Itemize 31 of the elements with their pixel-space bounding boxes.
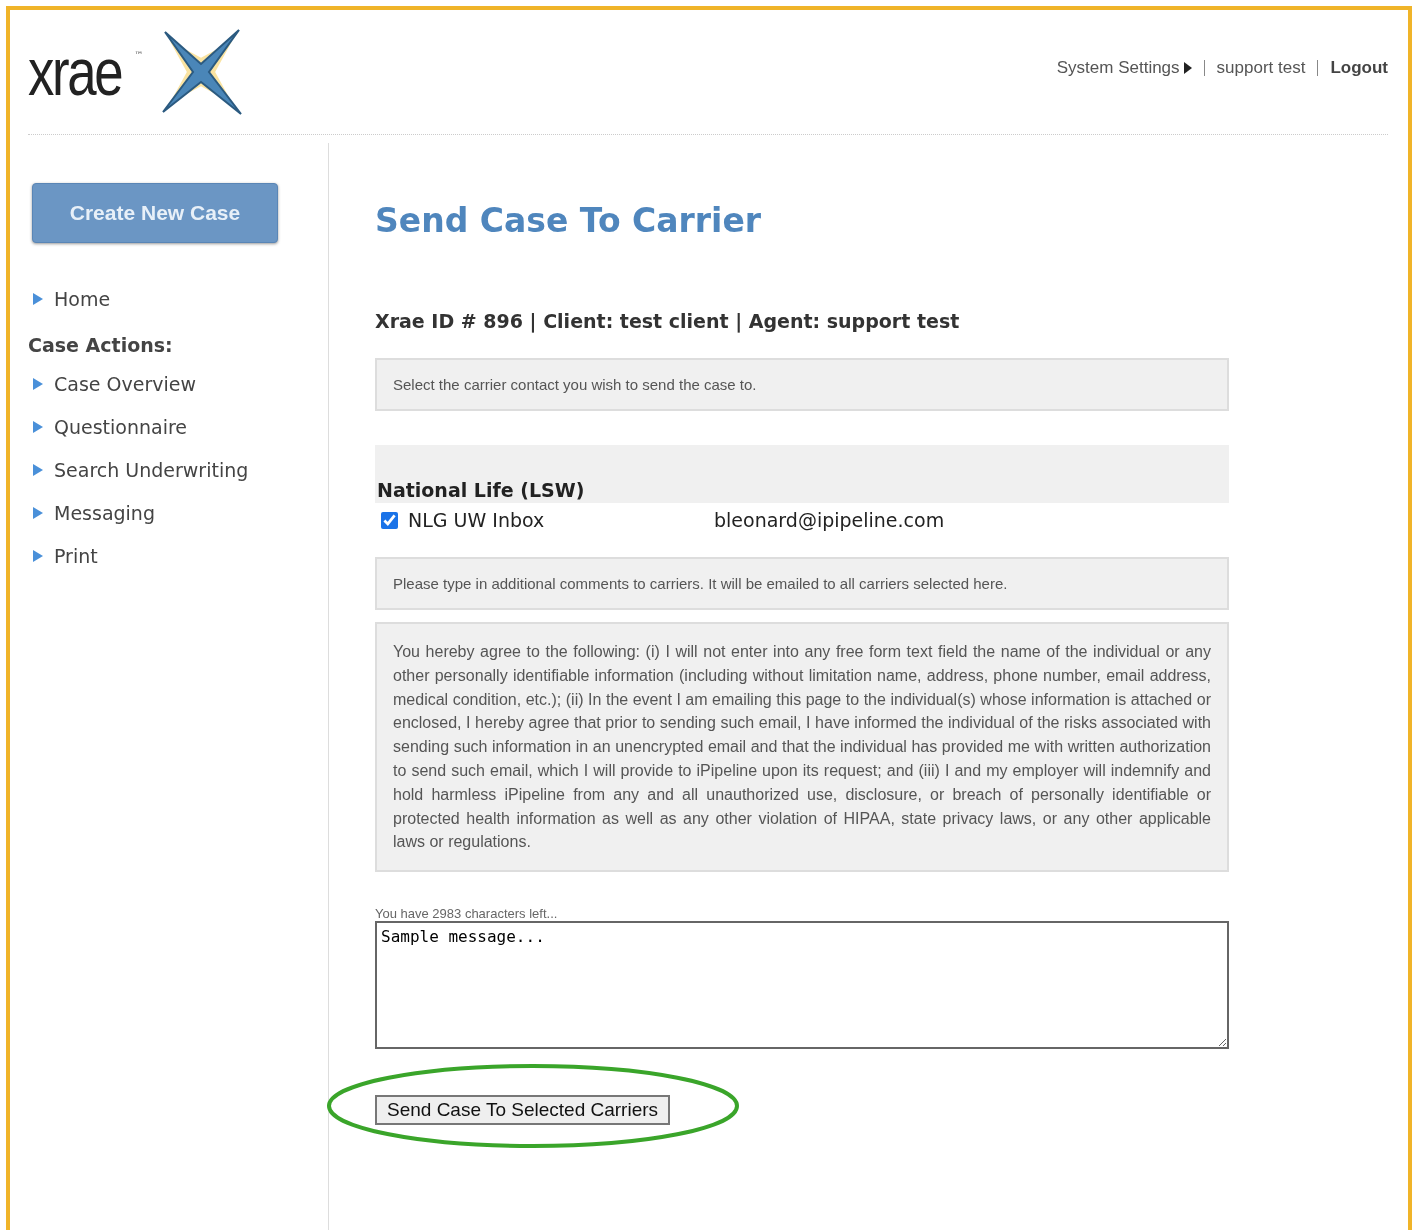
sidebar-item[interactable]: Home bbox=[32, 277, 328, 320]
trademark: ™ bbox=[134, 50, 144, 60]
sidebar-item[interactable]: Search Underwriting bbox=[32, 448, 328, 491]
triangle-icon bbox=[32, 462, 44, 477]
triangle-icon bbox=[32, 291, 44, 306]
characters-left: You have 2983 characters left... bbox=[375, 906, 559, 922]
menu-arrow-icon bbox=[1183, 62, 1192, 74]
agreement-text: You hereby agree to the following: (i) I will not enter into any free form text field the name of the individual or any other personally identifiable information (including without limitation name, address, phone number, email address, medical condition, etc.); (ii) In the event I am emailing this page to the individual(s) whose information is attached or enclosed, I hereby agree that prior to sending such email, I have informed the individual of the risks associated with sending such information in an unencrypted email and that the individual has provided me with written authorization to send such email, which I will provide to iPipeline upon its request; and (iii) I and my employer will indemnify and hold harmless iPipeline from any and all unauthorized use, disclosure, or breach of personally identifiable or protected health information as well as any other violation of HIPAA, state privacy laws, or any other applicable laws or regulations. bbox=[375, 622, 1229, 873]
triangle-icon bbox=[32, 419, 44, 434]
sidebar-item[interactable]: Messaging bbox=[32, 491, 328, 534]
nav-link[interactable]: Logout bbox=[1330, 58, 1388, 78]
sidebar-item[interactable]: Questionnaire bbox=[32, 405, 328, 448]
nav-link[interactable]: System Settings bbox=[1056, 58, 1192, 78]
triangle-icon bbox=[32, 376, 44, 391]
page-title: Send Case To Carrier bbox=[375, 201, 763, 240]
sidebar-item[interactable]: Print bbox=[32, 534, 328, 577]
nav-link[interactable]: support test bbox=[1216, 58, 1306, 78]
triangle-icon bbox=[32, 548, 44, 563]
triangle-icon bbox=[32, 505, 44, 520]
carrier-name: National Life (LSW) bbox=[375, 445, 1229, 503]
contact-checkbox[interactable] bbox=[381, 511, 398, 529]
sidebar-item[interactable]: Case Overview bbox=[32, 362, 328, 405]
logo-text: xrae bbox=[28, 34, 122, 110]
comments-note: Please type in additional comments to carriers. It will be emailed to all carriers selected here. bbox=[375, 557, 1229, 610]
send-button[interactable]: Send Case To Selected Carriers bbox=[375, 1095, 671, 1126]
contact-email: bleonard@ipipeline.com bbox=[714, 509, 945, 531]
contact-name: NLG UW Inbox bbox=[408, 509, 546, 531]
section-title: Case Actions: bbox=[28, 334, 174, 356]
message-field[interactable]: Sample message... bbox=[375, 921, 1229, 1050]
case-info: Xrae ID # 896 | Client: test client | Agent: support test bbox=[375, 310, 961, 332]
instruction-box: Select the carrier contact you wish to send the case to. bbox=[375, 358, 1229, 411]
